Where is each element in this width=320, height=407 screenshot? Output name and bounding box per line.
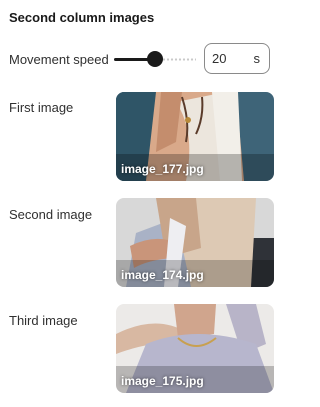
- slider-track-rest: [162, 58, 196, 61]
- movement-speed-value: 20: [212, 51, 227, 66]
- second-image-filename: image_174.jpg: [121, 268, 204, 282]
- second-image-label: Second image: [9, 207, 93, 222]
- third-image-label: Third image: [9, 313, 78, 328]
- first-image-filename: image_177.jpg: [121, 162, 204, 176]
- first-image-label: First image: [9, 100, 74, 115]
- third-image-filename: image_175.jpg: [121, 374, 204, 388]
- movement-speed-input[interactable]: 20 s: [204, 43, 270, 74]
- movement-speed-slider[interactable]: [114, 51, 196, 67]
- first-image-picker[interactable]: image_177.jpg: [116, 92, 274, 181]
- second-image-picker[interactable]: image_174.jpg: [116, 198, 274, 287]
- section-title: Second column images: [9, 10, 155, 25]
- movement-speed-unit: s: [253, 51, 261, 66]
- movement-speed-label: Movement speed: [9, 52, 109, 67]
- third-image-picker[interactable]: image_175.jpg: [116, 304, 274, 393]
- slider-thumb[interactable]: [147, 51, 163, 67]
